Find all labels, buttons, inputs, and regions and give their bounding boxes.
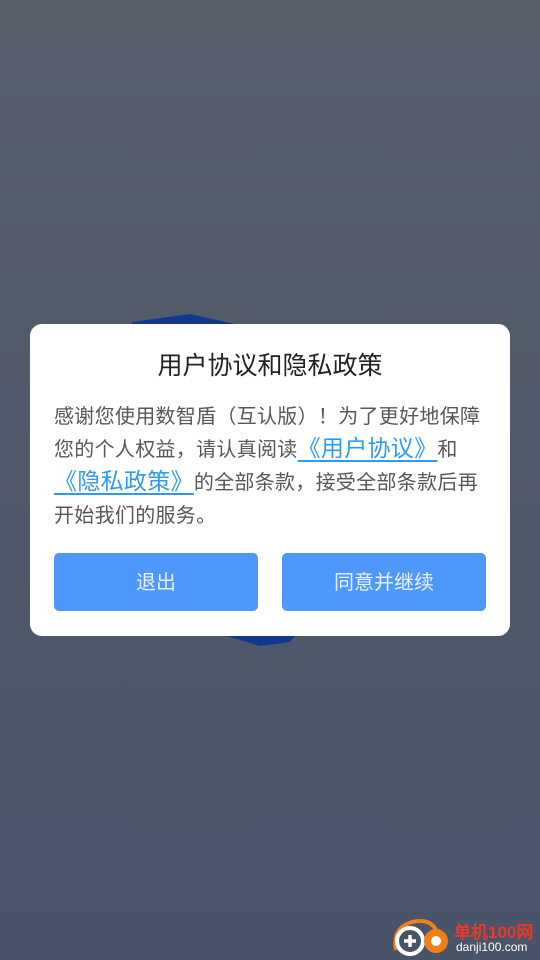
privacy-policy-link[interactable]: 《隐私政策》 [54,469,194,495]
watermark: 单机100网 danji100.com [390,916,540,960]
body-and-text: 和 [437,437,458,461]
privacy-consent-dialog: 用户协议和隐私政策 感谢您使用数智盾（互认版）！为了更好地保障您的个人权益，请认… [30,324,510,636]
danji100-logo-icon [393,919,448,956]
dialog-body-text: 感谢您使用数智盾（互认版）！为了更好地保障您的个人权益，请认真阅读《用户协议》和… [54,400,490,532]
user-agreement-link[interactable]: 《用户协议》 [298,436,438,462]
exit-button[interactable]: 退出 [54,553,258,611]
watermark-url: danji100.com [456,940,528,954]
dialog-title: 用户协议和隐私政策 [157,351,383,380]
agree-and-continue-button[interactable]: 同意并继续 [282,553,486,611]
